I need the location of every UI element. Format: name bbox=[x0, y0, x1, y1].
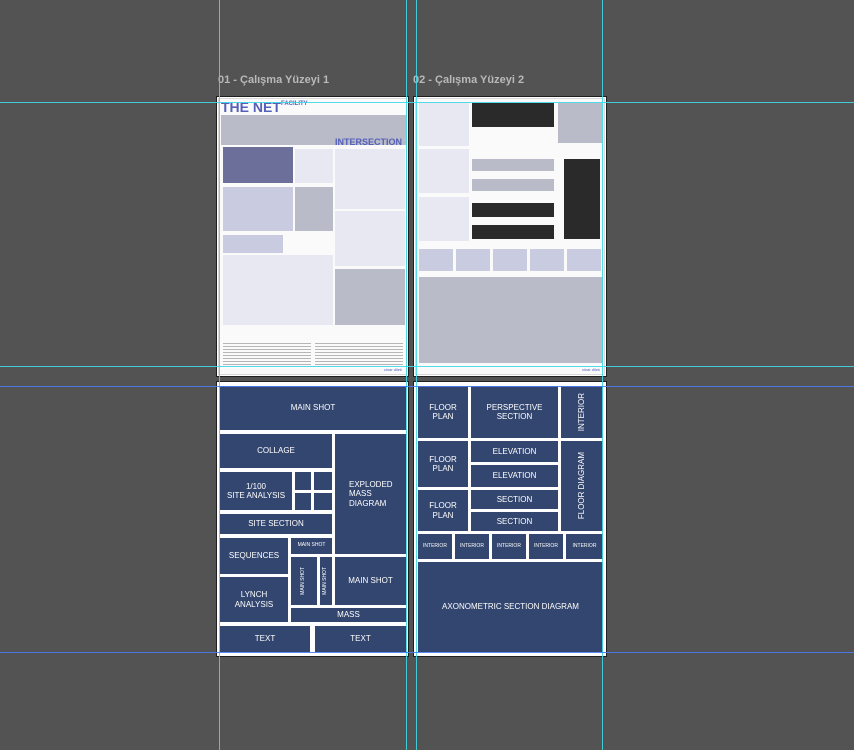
block-perspective-section[interactable]: PERSPECTIVE SECTION bbox=[471, 386, 558, 438]
main-shot-2-image bbox=[335, 269, 405, 325]
floor-plan-image-2 bbox=[419, 149, 469, 193]
poster-title-small: FACILITY bbox=[281, 101, 308, 107]
block-interior-4[interactable]: INTERIOR bbox=[529, 534, 563, 559]
block-elevation-1[interactable]: ELEVATION bbox=[471, 441, 558, 462]
block-text-1[interactable]: TEXT bbox=[220, 626, 310, 652]
section-image-1 bbox=[472, 203, 554, 217]
intersection-heading: INTERSECTION bbox=[335, 137, 403, 147]
analysis-image bbox=[223, 187, 293, 231]
block-text-2[interactable]: TEXT bbox=[315, 626, 406, 652]
block-section-1[interactable]: SECTION bbox=[471, 490, 558, 509]
interior-thumb-5 bbox=[567, 249, 601, 271]
sequence-image bbox=[223, 235, 283, 253]
block-floor-plan-1[interactable]: FLOOR PLAN bbox=[418, 386, 468, 438]
block-interior-vertical[interactable]: INTERIOR bbox=[561, 386, 603, 438]
mass-image bbox=[335, 211, 405, 266]
collage-image bbox=[223, 147, 293, 183]
interior-thumb-3 bbox=[493, 249, 527, 271]
block-interior-5[interactable]: INTERIOR bbox=[566, 534, 603, 559]
text-block-2 bbox=[315, 343, 403, 365]
poster-1-image: THE NET FACILITY INTERSECTION cinar dile… bbox=[218, 98, 407, 375]
block-collage[interactable]: COLLAGE bbox=[220, 434, 332, 468]
poster-2-image: cinar dilek bbox=[415, 98, 605, 375]
block-main-shot-2[interactable]: MAIN SHOT bbox=[335, 557, 406, 605]
block-small-3[interactable] bbox=[295, 493, 311, 510]
interior-thumb-2 bbox=[456, 249, 490, 271]
block-sequences[interactable]: SEQUENCES bbox=[220, 538, 288, 574]
interior-thumb-4 bbox=[530, 249, 564, 271]
block-site-section[interactable]: SITE SECTION bbox=[220, 514, 332, 534]
text-block-1 bbox=[223, 343, 311, 365]
axonometric-image bbox=[419, 277, 603, 363]
block-floor-plan-2[interactable]: FLOOR PLAN bbox=[418, 441, 468, 487]
main-shot-v1-label: MAIN SHOT bbox=[300, 567, 307, 595]
block-section-2[interactable]: SECTION bbox=[471, 512, 558, 531]
poster-footer: cinar dilek bbox=[383, 367, 402, 372]
perspective-section-image bbox=[472, 103, 554, 127]
elevation-image-1 bbox=[472, 159, 554, 171]
artboard-1-poster[interactable]: THE NET FACILITY INTERSECTION cinar dile… bbox=[216, 96, 409, 377]
block-main-shot[interactable]: MAIN SHOT bbox=[220, 386, 406, 430]
artboard-1-layout[interactable]: MAIN SHOT COLLAGE 1/100 SITE ANALYSIS EX… bbox=[216, 381, 409, 657]
block-exploded-mass-diagram[interactable]: EXPLODED MASS DIAGRAM bbox=[335, 434, 406, 554]
floor-plan-image-1 bbox=[419, 102, 469, 146]
artboard-2-poster[interactable]: cinar dilek bbox=[413, 96, 607, 377]
artboard-2-layout[interactable]: FLOOR PLAN PERSPECTIVE SECTION INTERIOR … bbox=[413, 381, 607, 657]
block-floor-diagram[interactable]: FLOOR DIAGRAM bbox=[561, 441, 603, 531]
block-interior-1[interactable]: INTERIOR bbox=[418, 534, 452, 559]
block-site-analysis[interactable]: 1/100 SITE ANALYSIS bbox=[220, 472, 292, 510]
block-small-2[interactable] bbox=[314, 472, 332, 490]
block-axonometric-section-diagram[interactable]: AXONOMETRIC SECTION DIAGRAM bbox=[418, 562, 603, 652]
interior-thumb-1 bbox=[419, 249, 453, 271]
artboard-2-label[interactable]: 02 - Çalışma Yüzeyi 2 bbox=[413, 74, 524, 86]
block-main-shot-vertical-1[interactable]: MAIN SHOT bbox=[291, 557, 317, 605]
block-small-1[interactable] bbox=[295, 472, 311, 490]
poster-title: THE NET bbox=[221, 99, 281, 115]
floor-diagram-label: FLOOR DIAGRAM bbox=[577, 452, 587, 520]
block-lynch-analysis[interactable]: LYNCH ANALYSIS bbox=[220, 577, 288, 622]
interior-image bbox=[558, 103, 602, 143]
floor-plan-image-3 bbox=[419, 197, 469, 241]
block-floor-plan-3[interactable]: FLOOR PLAN bbox=[418, 490, 468, 531]
block-mass[interactable]: MASS bbox=[291, 608, 406, 622]
site-image bbox=[295, 149, 333, 183]
artboard-1-label[interactable]: 01 - Çalışma Yüzeyi 1 bbox=[218, 74, 329, 86]
block-elevation-2[interactable]: ELEVATION bbox=[471, 465, 558, 487]
block-main-shot-small[interactable]: MAIN SHOT bbox=[291, 538, 332, 554]
block-interior-3[interactable]: INTERIOR bbox=[492, 534, 526, 559]
elevation-image-2 bbox=[472, 179, 554, 191]
block-small-4[interactable] bbox=[314, 493, 332, 510]
analysis-image-2 bbox=[295, 187, 333, 231]
block-interior-2[interactable]: INTERIOR bbox=[455, 534, 489, 559]
poster-2-footer: cinar dilek bbox=[581, 367, 600, 372]
interior-vertical-label: INTERIOR bbox=[577, 392, 587, 432]
block-main-shot-vertical-2[interactable]: MAIN SHOT bbox=[320, 557, 332, 605]
floor-diagram-image bbox=[564, 159, 600, 239]
section-image-2 bbox=[472, 225, 554, 239]
exploded-image bbox=[335, 149, 405, 209]
main-shot-v2-label: MAIN SHOT bbox=[322, 567, 329, 595]
lynch-image bbox=[223, 255, 333, 325]
